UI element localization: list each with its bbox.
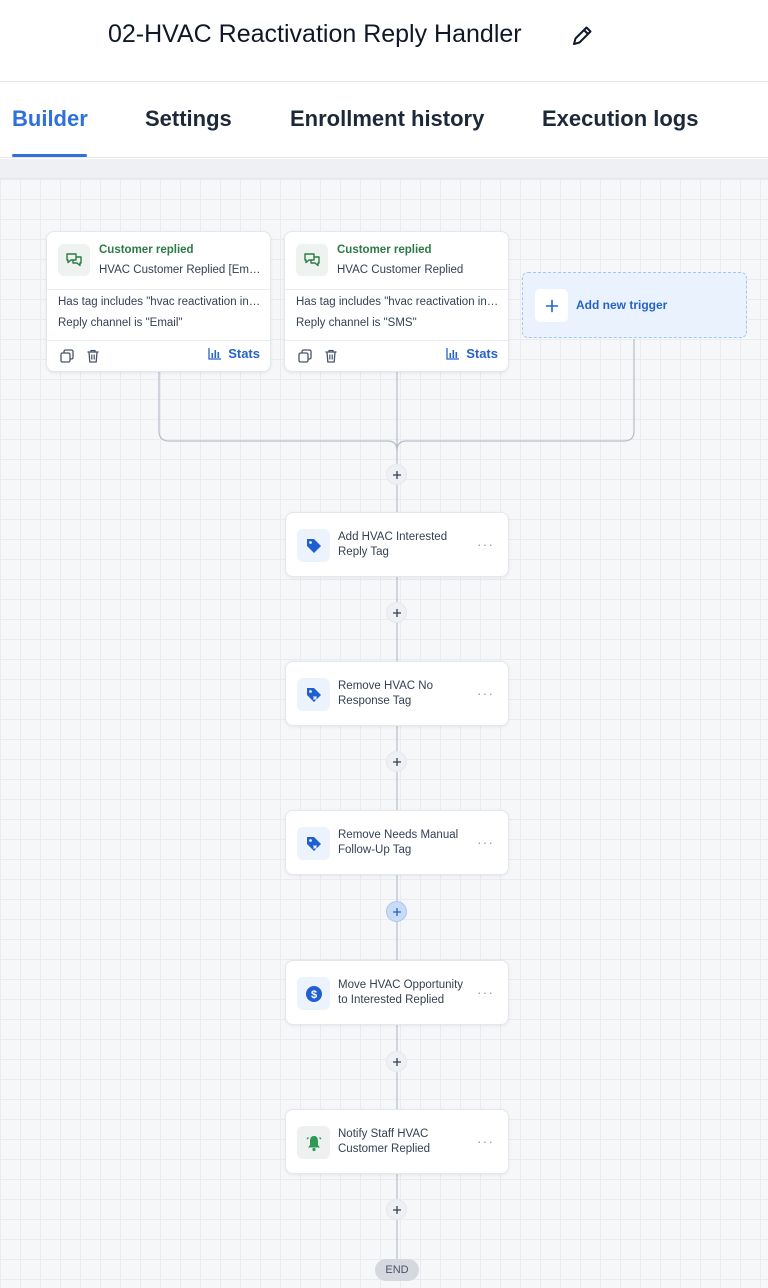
- more-options-icon[interactable]: ···: [477, 984, 494, 1000]
- plus-icon: [392, 608, 401, 617]
- trigger-card[interactable]: Customer replied HVAC Customer Replied H…: [284, 231, 509, 372]
- trash-icon[interactable]: [323, 348, 339, 364]
- action-label: Move HVAC Opportunity to Interested Repl…: [338, 979, 464, 1006]
- bar-chart-icon: [446, 348, 460, 360]
- divider: [285, 289, 508, 290]
- add-step-button[interactable]: [386, 901, 407, 922]
- stats-button[interactable]: Stats: [208, 346, 260, 361]
- chat-bubbles-icon: [296, 244, 328, 276]
- plus-icon: [392, 1205, 401, 1214]
- add-trigger-button[interactable]: Add new trigger: [522, 272, 747, 338]
- action-card[interactable]: Remove Needs Manual Follow-Up Tag ···: [285, 810, 509, 875]
- tag-remove-icon: [297, 678, 330, 711]
- tab-settings[interactable]: Settings: [145, 106, 232, 132]
- add-step-button[interactable]: [386, 1199, 407, 1220]
- add-trigger-label: Add new trigger: [576, 298, 668, 312]
- plus-icon: [392, 757, 401, 766]
- pencil-icon[interactable]: [568, 22, 596, 50]
- bar-chart-icon: [208, 348, 222, 360]
- action-card[interactable]: Add HVAC Interested Reply Tag ···: [285, 512, 509, 577]
- action-card[interactable]: Remove HVAC No Response Tag ···: [285, 661, 509, 726]
- plus-icon: [392, 470, 401, 479]
- copy-icon[interactable]: [59, 348, 75, 364]
- trigger-condition: Reply channel is "Email": [58, 317, 183, 329]
- divider: [47, 289, 270, 290]
- trigger-type: Customer replied: [99, 244, 194, 256]
- stats-button[interactable]: Stats: [446, 346, 498, 361]
- workflow-canvas[interactable]: Customer replied HVAC Customer Replied […: [0, 159, 768, 1288]
- action-card[interactable]: $ Move HVAC Opportunity to Interested Re…: [285, 960, 509, 1025]
- more-options-icon[interactable]: ···: [477, 1133, 494, 1149]
- add-step-button[interactable]: [386, 751, 407, 772]
- svg-text:$: $: [310, 989, 316, 1001]
- page-header: 02-HVAC Reactivation Reply Handler: [0, 0, 768, 82]
- more-options-icon[interactable]: ···: [477, 834, 494, 850]
- trigger-condition: Has tag includes "hvac reactivation inte…: [296, 296, 501, 308]
- plus-icon: [392, 1057, 401, 1066]
- action-label: Notify Staff HVAC Customer Replied: [338, 1128, 431, 1155]
- plus-icon: [535, 289, 568, 322]
- tag-remove-icon: [297, 827, 330, 860]
- more-options-icon[interactable]: ···: [477, 685, 494, 701]
- stats-label: Stats: [466, 346, 498, 361]
- active-tab-indicator: [12, 154, 87, 157]
- add-step-button[interactable]: [386, 1051, 407, 1072]
- tab-execution-logs[interactable]: Execution logs: [542, 106, 698, 132]
- divider: [47, 340, 270, 341]
- dollar-icon: $: [297, 977, 330, 1010]
- trigger-condition: Has tag includes "hvac reactivation inte…: [58, 296, 263, 308]
- tab-enrollment-history[interactable]: Enrollment history: [290, 106, 484, 132]
- copy-icon[interactable]: [297, 348, 313, 364]
- end-node: END: [375, 1259, 419, 1281]
- trigger-name: HVAC Customer Replied [Email]: [99, 264, 261, 276]
- trigger-type: Customer replied: [337, 244, 432, 256]
- action-label: Add HVAC Interested Reply Tag: [338, 531, 448, 558]
- tab-bar: Builder Settings Enrollment history Exec…: [0, 82, 768, 158]
- trash-icon[interactable]: [85, 348, 101, 364]
- trigger-name: HVAC Customer Replied: [337, 264, 464, 276]
- trigger-condition: Reply channel is "SMS": [296, 317, 417, 329]
- workflow-title: 02-HVAC Reactivation Reply Handler: [108, 20, 522, 48]
- bell-icon: [297, 1126, 330, 1159]
- tag-icon: [297, 529, 330, 562]
- action-card[interactable]: Notify Staff HVAC Customer Replied ···: [285, 1109, 509, 1174]
- action-label: Remove HVAC No Response Tag: [338, 680, 434, 707]
- add-step-button[interactable]: [386, 602, 407, 623]
- tab-builder[interactable]: Builder: [12, 106, 88, 132]
- stats-label: Stats: [228, 346, 260, 361]
- add-step-button[interactable]: [386, 464, 407, 485]
- plus-icon: [392, 907, 401, 916]
- more-options-icon[interactable]: ···: [477, 536, 494, 552]
- trigger-card[interactable]: Customer replied HVAC Customer Replied […: [46, 231, 271, 372]
- action-label: Remove Needs Manual Follow-Up Tag: [338, 829, 459, 856]
- chat-bubbles-icon: [58, 244, 90, 276]
- divider: [285, 340, 508, 341]
